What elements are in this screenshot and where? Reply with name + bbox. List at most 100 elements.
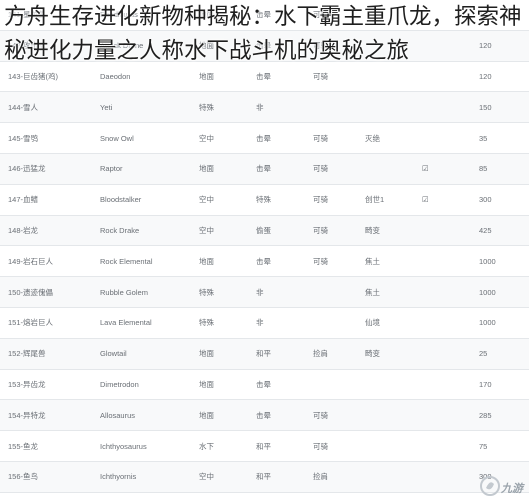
table-row: 146-迅猛龙 Raptor 地面 击晕 可骑 ☑ 85: [0, 153, 529, 185]
cell-id[interactable]: 153-异齿龙: [0, 369, 92, 401]
cell-ride: [305, 91, 357, 124]
cell-type: 空中: [191, 215, 248, 247]
cell-name: Ichthyosaurus: [92, 430, 191, 462]
cell-extra: 灭绝: [357, 122, 414, 154]
cell-check[interactable]: ☑: [414, 153, 471, 185]
cell-check: [414, 461, 471, 493]
cell-id[interactable]: 151-熔岩巨人: [0, 307, 92, 339]
cell-ride: 可骑: [305, 399, 357, 432]
cell-ride: 捡肩: [305, 338, 357, 370]
cell-drop[interactable]: 非: [248, 91, 305, 124]
creature-table: 141-星龙鱼 Doedicurus 地面 击晕 可骑 160 142-攻击机 Attack …: [0, 0, 529, 493]
cell-name: Lava Elemental: [92, 307, 191, 339]
cell-extra: 仙境: [357, 307, 414, 339]
cell-id[interactable]: 156-鱼鸟: [0, 461, 92, 493]
ninegame-logo-icon: [480, 476, 500, 496]
cell-drop[interactable]: 击晕: [248, 399, 305, 432]
cell-type: 特殊: [191, 91, 248, 124]
table-row: 152-辉尾兽 Glowtail 地面 和平 捡肩 畸变 25: [0, 338, 529, 370]
cell-drop[interactable]: 击晕: [248, 369, 305, 401]
cell-drop[interactable]: 特殊: [248, 184, 305, 216]
cell-lv: 150: [471, 91, 529, 124]
cell-id[interactable]: 146-迅猛龙: [0, 153, 92, 185]
cell-drop[interactable]: 击晕: [248, 153, 305, 185]
cell-extra: 畸变: [357, 215, 414, 247]
cell-type: 特殊: [191, 276, 248, 308]
cell-lv: 85: [471, 153, 529, 185]
table-row: 145-雪鸮 Snow Owl 空中 击晕 可骑 灭绝 35: [0, 122, 529, 154]
cell-drop[interactable]: 和平: [248, 461, 305, 493]
cell-drop[interactable]: 和平: [248, 338, 305, 370]
cell-type: 水下: [191, 430, 248, 462]
cell-lv: 1000: [471, 307, 529, 339]
table-row: 148-岩龙 Rock Drake 空中 偷蛋 可骑 畸变 425: [0, 215, 529, 247]
cell-lv: 35: [471, 122, 529, 154]
cell-name: Snow Owl: [92, 122, 191, 154]
cell-ride: 可骑: [305, 215, 357, 247]
cell-drop[interactable]: 非: [248, 276, 305, 308]
article-title: 方舟生存进化新物种揭秘：水下霸主重爪龙，探索神秘进化力量之人称水下战斗机的奥秘之…: [4, 4, 522, 64]
cell-id[interactable]: 147-血鳍: [0, 184, 92, 216]
cell-type: 地面: [191, 338, 248, 370]
cell-extra: [357, 430, 414, 462]
cell-check: [414, 430, 471, 462]
cell-id[interactable]: 149-岩石巨人: [0, 245, 92, 278]
cell-drop[interactable]: 偷蛋: [248, 215, 305, 247]
cell-name: Allosaurus: [92, 399, 191, 432]
cell-extra: [357, 369, 414, 401]
cell-id[interactable]: 154-异特龙: [0, 399, 92, 432]
cell-type: 空中: [191, 184, 248, 216]
cell-drop[interactable]: 击晕: [248, 245, 305, 278]
table-row: 149-岩石巨人 Rock Elemental 地面 击晕 可骑 焦土 1000: [0, 245, 529, 278]
cell-drop[interactable]: 非: [248, 307, 305, 339]
cell-lv: 75: [471, 430, 529, 462]
cell-lv: 300: [471, 184, 529, 216]
watermark-logo: 九游: [479, 475, 523, 497]
cell-drop[interactable]: 和平: [248, 430, 305, 462]
table-row: 147-血鳍 Bloodstalker 空中 特殊 可骑 创世1 ☑ 300: [0, 184, 529, 216]
cell-id[interactable]: 150-遗迹傀儡: [0, 276, 92, 308]
cell-extra: 焦土: [357, 276, 414, 308]
cell-check: [414, 91, 471, 124]
table-row: 155-鱼龙 Ichthyosaurus 水下 和平 可骑 75: [0, 430, 529, 462]
cell-ride: 可骑: [305, 430, 357, 462]
cell-name: Yeti: [92, 91, 191, 124]
table-row: 150-遗迹傀儡 Rubble Golem 特殊非 焦土 1000: [0, 276, 529, 308]
cell-id[interactable]: 144-雪人: [0, 91, 92, 124]
cell-lv: 1000: [471, 276, 529, 308]
cell-name: Glowtail: [92, 338, 191, 370]
cell-type: 特殊: [191, 307, 248, 339]
cell-lv: 425: [471, 215, 529, 247]
cell-id[interactable]: 148-岩龙: [0, 215, 92, 247]
cell-ride: 可骑: [305, 184, 357, 216]
watermark-text: 九游: [501, 483, 523, 495]
table-row: 154-异特龙 Allosaurus 地面 击晕 可骑 285: [0, 399, 529, 432]
cell-check: [414, 215, 471, 247]
cell-lv: 1000: [471, 245, 529, 278]
cell-ride: [305, 307, 357, 339]
cell-id[interactable]: 152-辉尾兽: [0, 338, 92, 370]
cell-check: [414, 122, 471, 154]
cell-type: 地面: [191, 153, 248, 185]
cell-id[interactable]: 145-雪鸮: [0, 122, 92, 154]
cell-id[interactable]: 155-鱼龙: [0, 430, 92, 462]
cell-extra: [357, 153, 414, 185]
table-row: 153-异齿龙 Dimetrodon 地面 击晕 170: [0, 369, 529, 401]
cell-check: [414, 369, 471, 401]
table-row: 151-熔岩巨人 Lava Elemental 特殊非 仙境 1000: [0, 307, 529, 339]
cell-extra: [357, 91, 414, 124]
cell-ride: [305, 276, 357, 308]
cell-check: [414, 399, 471, 432]
cell-drop[interactable]: 击晕: [248, 122, 305, 154]
cell-ride: 可骑: [305, 245, 357, 278]
cell-name: Dimetrodon: [92, 369, 191, 401]
cell-name: Raptor: [92, 153, 191, 185]
cell-lv: 170: [471, 369, 529, 401]
cell-check: [414, 338, 471, 370]
cell-type: 地面: [191, 399, 248, 432]
cell-type: 地面: [191, 245, 248, 278]
cell-check[interactable]: ☑: [414, 184, 471, 216]
table-row: 144-雪人 Yeti 特殊非 150: [0, 91, 529, 124]
cell-check: [414, 307, 471, 339]
cell-ride: 可骑: [305, 153, 357, 185]
